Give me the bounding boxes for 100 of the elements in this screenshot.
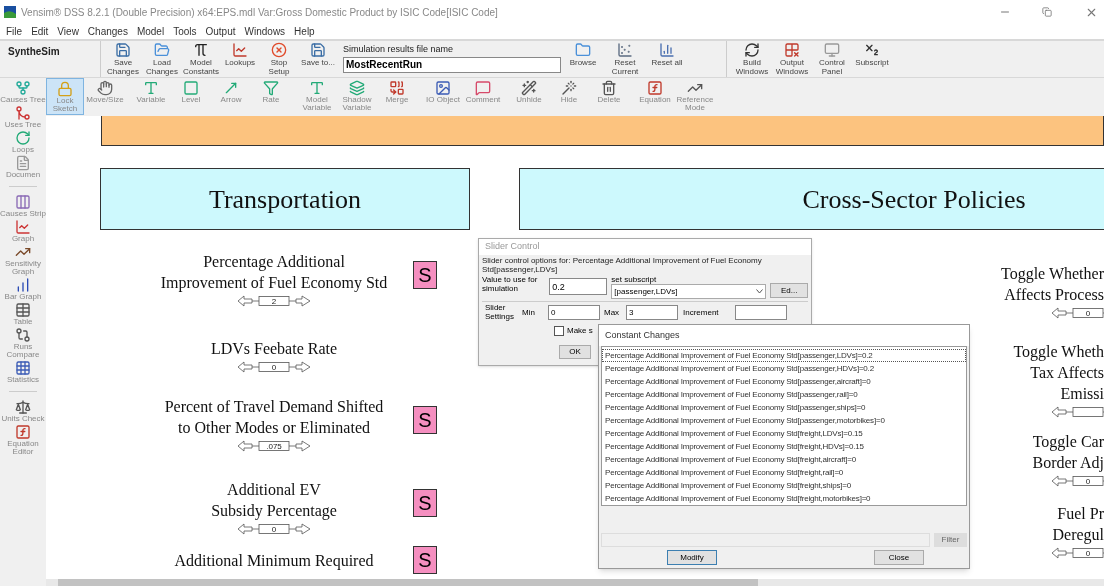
subscript-dropdown[interactable]: [passenger,LDVs] bbox=[611, 284, 767, 299]
bar-chart-icon bbox=[15, 277, 31, 293]
edit-button[interactable]: Ed... bbox=[770, 283, 808, 298]
menu-item[interactable]: Model bbox=[136, 24, 165, 39]
dialog-title: Slider Control bbox=[485, 240, 540, 254]
toolbar-button[interactable]: Save to... bbox=[299, 41, 337, 78]
list-item[interactable]: Percentage Additional Improvement of Fuel Economy Std[passenger,HDVs]=0.2 bbox=[602, 362, 966, 375]
stop-icon bbox=[271, 42, 287, 58]
tree-icon bbox=[15, 105, 31, 121]
dialog-description: Slider control options for: Percentage Additional Improvement of Fuel Economy Std[passenger,LDVs] bbox=[482, 256, 763, 274]
toolbar-button[interactable]: Reset Current bbox=[606, 41, 644, 78]
toolbar-button[interactable]: Save Changes bbox=[104, 41, 142, 78]
slider[interactable]: 0 bbox=[1052, 548, 1104, 558]
slider-thumb[interactable]: .075 bbox=[258, 441, 290, 451]
menu-item[interactable]: Output bbox=[205, 24, 236, 39]
horizontal-scrollbar[interactable] bbox=[46, 579, 1104, 586]
variable-label: Affects Process bbox=[1004, 285, 1104, 305]
rate-icon bbox=[263, 80, 279, 96]
wand-icon bbox=[521, 80, 537, 96]
slider-thumb[interactable]: 2 bbox=[258, 296, 290, 306]
lock-icon bbox=[57, 81, 73, 97]
menu-item[interactable]: Edit bbox=[31, 24, 49, 39]
menu-item[interactable]: Help bbox=[294, 24, 315, 39]
filter-button[interactable]: Filter bbox=[934, 533, 967, 547]
list-item[interactable]: Percentage Additional Improvement of Fuel Economy Std[freight,ships]=0 bbox=[602, 479, 966, 492]
table-icon bbox=[15, 302, 31, 318]
toolbar-title: SyntheSim bbox=[7, 45, 61, 59]
checkbox-label: Make s bbox=[567, 325, 593, 337]
trash-icon bbox=[601, 80, 617, 96]
modify-button[interactable]: Modify bbox=[667, 550, 717, 565]
close-button[interactable]: Close bbox=[874, 550, 924, 565]
toolbar-button[interactable]: Control Panel bbox=[813, 41, 851, 78]
value-field[interactable]: 0.2 bbox=[549, 278, 608, 295]
list-item[interactable]: Percentage Additional Improvement of Fuel Economy Std[passenger,rail]=0 bbox=[602, 388, 966, 401]
slider[interactable]: .075 bbox=[238, 441, 310, 451]
slider[interactable] bbox=[1052, 407, 1104, 417]
field-label: Max bbox=[604, 307, 621, 319]
menu-item[interactable]: View bbox=[57, 24, 79, 39]
toolbar-button[interactable]: Stop Setup bbox=[260, 41, 298, 78]
slider[interactable]: 0 bbox=[1052, 476, 1104, 486]
compare-icon bbox=[15, 327, 31, 343]
scatter-icon bbox=[617, 42, 633, 58]
list-item[interactable]: Percentage Additional Improvement of Fuel Economy Std[freight,rail]=0 bbox=[602, 466, 966, 479]
min-field[interactable]: 0 bbox=[548, 305, 600, 320]
level-icon bbox=[183, 80, 199, 96]
list-item[interactable]: Percentage Additional Improvement of Fuel Economy Std[passenger,LDVs]=0.2 bbox=[602, 349, 966, 362]
increment-field[interactable] bbox=[735, 305, 787, 320]
save-icon bbox=[115, 42, 131, 58]
wand-icon bbox=[561, 80, 577, 96]
slider[interactable]: 0 bbox=[1052, 308, 1104, 318]
toolbar-button[interactable]: Output Windows bbox=[773, 41, 811, 78]
ok-button[interactable]: OK bbox=[559, 345, 591, 359]
variable-label: Percent of Travel Demand Shifted bbox=[164, 397, 384, 417]
max-field[interactable]: 3 bbox=[626, 305, 678, 320]
field-label: Min bbox=[522, 307, 536, 319]
variable-label: Toggle Car bbox=[1032, 432, 1104, 452]
results-file-field[interactable]: MostRecentRun bbox=[343, 56, 561, 73]
restore-icon[interactable] bbox=[1042, 7, 1052, 17]
toolbar-button[interactable]: Reset all bbox=[648, 41, 686, 78]
list-item[interactable]: Percentage Additional Improvement of Fuel Economy Std[passenger,motorbikes]=0 bbox=[602, 414, 966, 427]
toolbar-button[interactable]: Model Constants bbox=[182, 41, 220, 78]
menu-item[interactable]: Tools bbox=[173, 24, 197, 39]
field-label: Increment bbox=[683, 307, 720, 319]
slider[interactable]: 2 bbox=[238, 296, 310, 306]
checkbox[interactable] bbox=[554, 326, 564, 336]
list-item[interactable]: Percentage Additional Improvement of Fuel Economy Std[freight,LDVs]=0.15 bbox=[602, 427, 966, 440]
variable-label: Improvement of Fuel Economy Std bbox=[160, 273, 388, 293]
folder-icon bbox=[575, 42, 591, 58]
variable-label: Subsidy Percentage bbox=[211, 501, 337, 521]
toolbar-button[interactable]: Browse bbox=[564, 41, 602, 78]
slider[interactable]: 0 bbox=[238, 362, 310, 372]
toolbar-button[interactable]: Subscript bbox=[853, 41, 891, 78]
slider-thumb[interactable]: 0 bbox=[258, 362, 290, 372]
toolbar-button[interactable]: Lookups bbox=[221, 41, 259, 78]
list-item[interactable]: Percentage Additional Improvement of Fuel Economy Std[freight,aircraft]=0 bbox=[602, 453, 966, 466]
scale-icon bbox=[15, 399, 31, 415]
menu-item[interactable]: Changes bbox=[87, 24, 128, 39]
slider-thumb[interactable]: 0 bbox=[1072, 548, 1104, 558]
list-item[interactable]: Percentage Additional Improvement of Fuel Economy Std[passenger,ships]=0 bbox=[602, 401, 966, 414]
field-label: Value to use for simulation bbox=[482, 275, 539, 293]
slider-thumb[interactable]: 0 bbox=[258, 524, 290, 534]
save-icon bbox=[310, 42, 326, 58]
menu-item[interactable]: File bbox=[6, 24, 23, 39]
slider[interactable]: 0 bbox=[238, 524, 310, 534]
field-label: Slider Settings bbox=[484, 303, 515, 321]
list-item[interactable]: Percentage Additional Improvement of Fuel Economy Std[passenger,aircraft]=0 bbox=[602, 375, 966, 388]
panel-icon bbox=[824, 42, 840, 58]
slider-thumb[interactable]: 0 bbox=[1072, 476, 1104, 486]
strip-icon bbox=[15, 194, 31, 210]
toolbar-button[interactable]: Load Changes bbox=[143, 41, 181, 78]
variable-icon bbox=[143, 80, 159, 96]
list-item[interactable]: Percentage Additional Improvement of Fuel Economy Std[freight,motorbikes]=0 bbox=[602, 492, 966, 505]
menu-item[interactable]: Windows bbox=[244, 24, 286, 39]
variable-label: to Other Modes or Eliminated bbox=[178, 418, 370, 438]
slider-thumb[interactable]: 0 bbox=[1072, 308, 1104, 318]
toolbar-button[interactable]: Build Windows bbox=[733, 41, 771, 78]
section-header: Cross-Sector Policies bbox=[519, 168, 1104, 230]
list-item[interactable]: Percentage Additional Improvement of Fuel Economy Std[freight,HDVs]=0.15 bbox=[602, 440, 966, 453]
variable-label: Toggle Whether bbox=[1001, 264, 1104, 284]
slider-thumb[interactable] bbox=[1072, 407, 1104, 417]
